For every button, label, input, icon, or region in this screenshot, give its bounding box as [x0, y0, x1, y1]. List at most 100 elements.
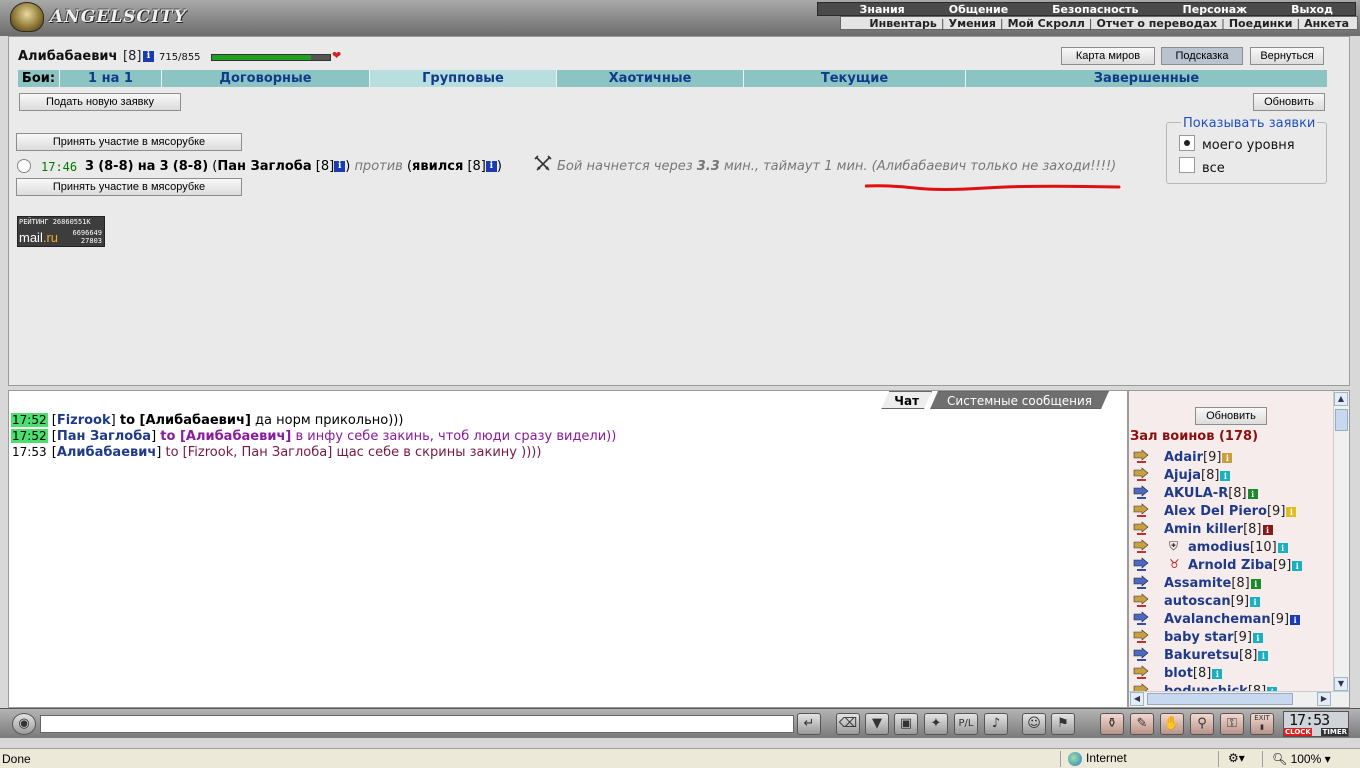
scroll-icon[interactable]: ✎ — [1130, 713, 1154, 735]
tab-chaotic[interactable]: Хаотичные — [557, 70, 744, 87]
user-name[interactable]: Arnold Ziba[9] i — [1188, 558, 1303, 573]
sound-icon[interactable]: ♪ — [984, 713, 1008, 735]
user-info-icon[interactable]: i — [1290, 614, 1301, 625]
world-map-button[interactable]: Карта миров — [1061, 47, 1155, 65]
nav-communication[interactable]: Общение — [927, 3, 1030, 16]
scroll-thumb[interactable] — [1335, 409, 1348, 431]
nav-skills[interactable]: Умения — [949, 17, 996, 30]
send-icon[interactable]: ↵ — [797, 713, 821, 735]
tab-1v1[interactable]: 1 на 1 — [60, 70, 162, 87]
save-icon[interactable]: ▣ — [894, 713, 918, 735]
user-info-icon[interactable]: i — [1250, 596, 1261, 607]
nav-transfer-report[interactable]: Отчет о переводах — [1096, 17, 1217, 30]
private-list-icon[interactable]: P/L — [954, 713, 978, 735]
filter-radio-all[interactable] — [1179, 157, 1195, 173]
logo[interactable]: ANGELSCITY — [10, 2, 187, 32]
tab-group[interactable]: Групповые — [370, 70, 557, 87]
user-name[interactable]: Alex Del Piero[9] i — [1164, 504, 1297, 519]
user-name[interactable]: Amin killer[8] i — [1164, 522, 1273, 537]
message-sender[interactable]: Алибабаевич — [57, 445, 156, 460]
bottle-icon[interactable]: ⚱ — [1100, 713, 1124, 735]
mailru-counter[interactable]: РЕЙТИНГ 26860551К mail.ru 6696649 27803 — [17, 216, 105, 247]
info-icon[interactable]: i — [485, 161, 497, 172]
scroll-right-icon[interactable]: ▶ — [1317, 692, 1331, 706]
eraser-icon[interactable]: ⌫ — [836, 713, 860, 735]
chat-input[interactable] — [40, 715, 794, 733]
horizontal-scrollbar[interactable]: ◀ ▶ — [1129, 691, 1349, 707]
exit-icon[interactable]: EXIT ▮ — [1250, 713, 1274, 735]
user-name[interactable]: Avalancheman[9] i — [1164, 612, 1301, 627]
nav-inventory[interactable]: Инвентарь — [869, 17, 936, 30]
message-recipient[interactable]: to [Алибабаевич] — [120, 413, 251, 428]
tab-current[interactable]: Текущие — [744, 70, 966, 87]
filter-icon[interactable]: ▼ — [865, 713, 889, 735]
user-name[interactable]: amodius[10] i — [1188, 540, 1288, 555]
user-info-icon[interactable]: i — [1220, 470, 1231, 481]
tab-system-messages[interactable]: Системные сообщения — [930, 391, 1109, 409]
scroll-up-icon[interactable]: ▲ — [1334, 392, 1348, 406]
battle-request-radio[interactable] — [17, 159, 31, 173]
message-sender[interactable]: Пан Заглоба — [57, 429, 151, 444]
nav-my-scroll[interactable]: Мой Скролл — [1008, 17, 1085, 30]
user-name[interactable]: AKULA-R[8] i — [1164, 486, 1258, 501]
message-recipient[interactable]: to [Алибабаевич] — [160, 429, 291, 444]
message-time[interactable]: 17:52 — [11, 413, 48, 427]
user-name[interactable]: Assamite[8] i — [1164, 576, 1261, 591]
user-name[interactable]: Bakuretsu[8] i — [1164, 648, 1269, 663]
message-recipient[interactable]: to [Fizrook, Пан Заглоба] — [166, 445, 333, 460]
nav-knowledge[interactable]: Знания — [838, 3, 927, 16]
nav-duels[interactable]: Поединки — [1229, 17, 1293, 30]
clock-timer[interactable]: 17:53 CLOCK TIMER — [1283, 711, 1349, 737]
filter-radio-my-level[interactable] — [1179, 135, 1195, 151]
user-name[interactable]: autoscan[9] i — [1164, 594, 1261, 609]
nav-profile[interactable]: Анкета — [1304, 17, 1349, 30]
scroll-down-icon[interactable]: ▼ — [1334, 677, 1348, 691]
user-name[interactable]: blot[8] i — [1164, 666, 1223, 681]
scroll-left-icon[interactable]: ◀ — [1130, 692, 1144, 706]
speaker-head-icon[interactable]: ◉ — [12, 713, 36, 735]
user-name[interactable]: baby star[9] i — [1164, 630, 1263, 645]
protected-mode-icon[interactable]: ⚙▾ — [1228, 751, 1245, 765]
tab-chat[interactable]: Чат — [881, 391, 932, 409]
join-battle-button[interactable]: Принять участие в мясорубке — [16, 133, 242, 151]
smile-icon[interactable]: ☺ — [1022, 713, 1046, 735]
lock-icon[interactable]: ⚿ — [1220, 713, 1244, 735]
user-info-icon[interactable]: i — [1247, 488, 1258, 499]
player2-name[interactable]: явился — [412, 159, 463, 174]
user-name[interactable]: Adair[9] i — [1164, 450, 1233, 465]
user-info-icon[interactable]: i — [1222, 452, 1233, 463]
hscroll-thumb[interactable] — [1147, 693, 1293, 705]
join-battle-button-2[interactable]: Принять участие в мясорубке — [16, 178, 242, 196]
user-info-icon[interactable]: i — [1252, 632, 1263, 643]
user-info-icon[interactable]: i — [1250, 578, 1261, 589]
player1-name[interactable]: Пан Заглоба — [217, 159, 311, 174]
tab-finished[interactable]: Завершенные — [966, 70, 1327, 87]
new-request-button[interactable]: Подать новую заявку — [19, 93, 181, 111]
vertical-scrollbar[interactable]: ▲ ▼ — [1333, 391, 1349, 691]
nav-security[interactable]: Безопасность — [1030, 3, 1160, 16]
translit-icon[interactable]: ⚑ — [1051, 713, 1075, 735]
hint-button[interactable]: Подсказка — [1161, 47, 1243, 65]
user-info-icon[interactable]: i — [1212, 668, 1223, 679]
hands-icon[interactable]: ✋ — [1160, 713, 1184, 735]
back-button[interactable]: Вернуться — [1250, 47, 1324, 65]
fighter-icon[interactable]: ✦ — [924, 713, 948, 735]
user-info-icon[interactable]: i — [1292, 560, 1303, 571]
message-time[interactable]: 17:53 — [11, 445, 48, 459]
info-icon[interactable]: i — [143, 51, 154, 62]
nav-character[interactable]: Персонаж — [1161, 3, 1270, 16]
zoom-level[interactable]: 🔍︎ 100% ▾ — [1272, 752, 1331, 766]
message-sender[interactable]: Fizrook — [57, 413, 111, 428]
nav-exit[interactable]: Выход — [1269, 3, 1355, 16]
user-info-icon[interactable]: i — [1262, 524, 1273, 535]
user-info-icon[interactable]: i — [1258, 650, 1269, 661]
tab-contract[interactable]: Договорные — [162, 70, 370, 87]
user-name[interactable]: Ajuja[8] i — [1164, 468, 1231, 483]
info-icon[interactable]: i — [334, 161, 346, 172]
user-info-icon[interactable]: i — [1286, 506, 1297, 517]
refresh-button[interactable]: Обновить — [1253, 93, 1325, 111]
bag-icon[interactable]: ⚲ — [1190, 713, 1214, 735]
message-time[interactable]: 17:52 — [11, 429, 48, 443]
user-info-icon[interactable]: i — [1277, 542, 1288, 553]
online-refresh-button[interactable]: Обновить — [1195, 407, 1267, 425]
